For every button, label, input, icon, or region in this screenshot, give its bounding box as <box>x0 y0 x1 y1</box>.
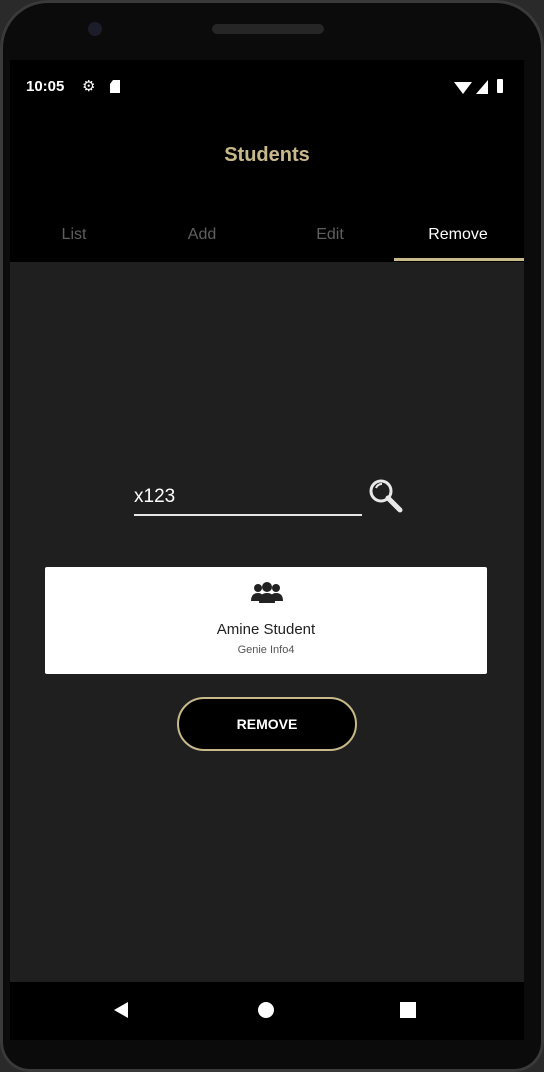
back-icon[interactable] <box>114 1002 128 1018</box>
home-icon[interactable] <box>258 1002 274 1018</box>
search-input[interactable] <box>134 480 362 516</box>
group-icon <box>250 581 284 605</box>
tab-bar: List Add Edit Remove <box>10 220 524 262</box>
phone-frame: 10:05 ⚙ Students List Add Edit Remove x1… <box>0 0 544 1072</box>
wifi-icon <box>454 82 472 94</box>
signal-icon <box>476 80 488 94</box>
earpiece-speaker <box>212 24 324 34</box>
tab-edit[interactable]: Edit <box>266 220 394 262</box>
search-icon[interactable] <box>366 476 406 516</box>
navigation-bar <box>10 982 524 1040</box>
gear-icon: ⚙ <box>82 78 96 95</box>
tab-remove[interactable]: Remove <box>394 220 522 262</box>
search-bar <box>134 476 414 516</box>
tab-list[interactable]: List <box>10 220 138 262</box>
battery-icon <box>497 79 503 93</box>
status-bar: 10:05 ⚙ <box>10 60 524 110</box>
recents-icon[interactable] <box>400 1002 416 1018</box>
sim-icon <box>110 80 120 93</box>
screen: 10:05 ⚙ Students List Add Edit Remove x1… <box>10 60 524 1040</box>
student-name: Amine Student <box>216 621 316 638</box>
tab-add[interactable]: Add <box>138 220 266 262</box>
student-subtitle: Genie Info4 <box>237 644 295 656</box>
remove-panel: Amine Student Genie Info4 REMOVE <box>10 262 524 982</box>
active-tab-indicator <box>394 258 524 261</box>
page-title: Students <box>224 144 310 166</box>
remove-button[interactable]: REMOVE <box>177 697 357 751</box>
front-camera <box>88 22 102 36</box>
status-time: 10:05 <box>26 78 65 95</box>
student-card[interactable]: Amine Student Genie Info4 <box>45 567 487 674</box>
